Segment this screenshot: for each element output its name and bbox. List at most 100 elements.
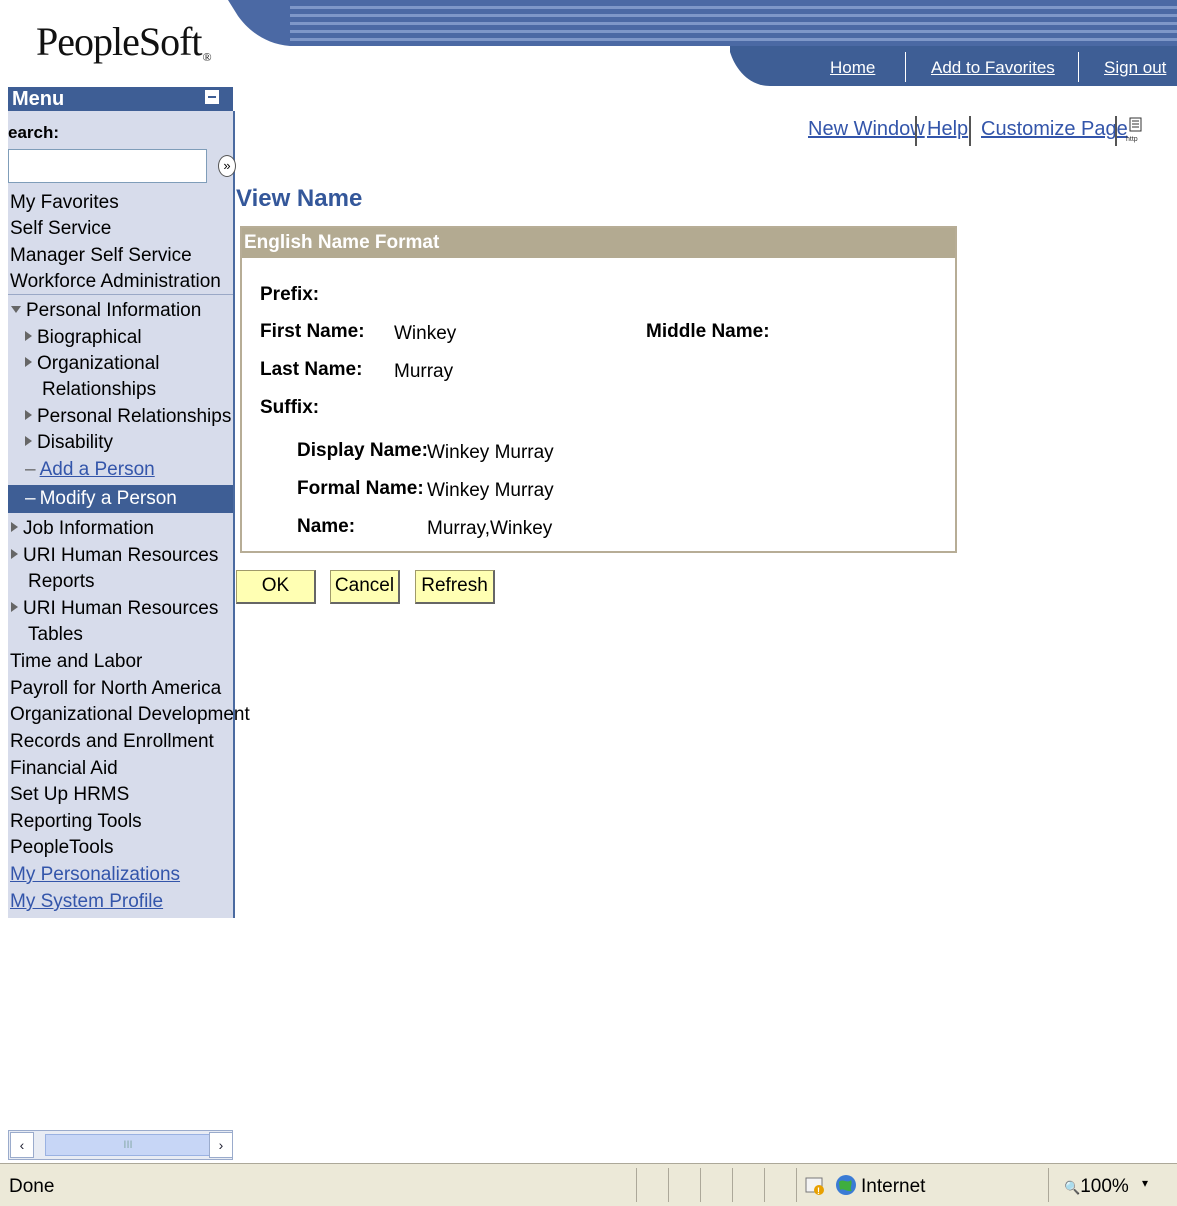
menu-item-label-continuation[interactable]: Relationships: [42, 379, 156, 401]
menu-item-my-favorites[interactable]: My Favorites: [10, 192, 119, 214]
status-separator: [796, 1168, 797, 1202]
menu-item-add-a-person[interactable]: – Add a Person: [25, 459, 155, 481]
customize-page-link[interactable]: Customize Page: [981, 118, 1128, 141]
menu-link-my-system-profile[interactable]: My System Profile: [10, 891, 163, 913]
menu-link-my-personalizations[interactable]: My Personalizations: [10, 864, 180, 886]
formal-name-value: Winkey Murray: [427, 480, 554, 501]
menu-item-personal-information[interactable]: Personal Information: [11, 300, 201, 322]
refresh-button[interactable]: Refresh: [415, 570, 495, 604]
menu-item-personal-relationships[interactable]: Personal Relationships: [25, 406, 231, 428]
first-name-value: Winkey: [394, 323, 457, 344]
menu-item-modify-a-person[interactable]: – Modify a Person: [25, 488, 177, 510]
menu-item-label: Personal Information: [26, 300, 202, 321]
header-separator: [1078, 52, 1079, 82]
expanded-arrow-icon: [11, 306, 21, 313]
menu-item-label: Add a Person: [39, 459, 155, 480]
menu-item-label-continuation[interactable]: Tables: [28, 624, 83, 646]
menu-item-disability[interactable]: Disability: [25, 432, 113, 454]
http-page-icon[interactable]: http: [1126, 117, 1144, 143]
horizontal-scrollbar[interactable]: ‹ III ›: [8, 1130, 233, 1160]
status-separator: [764, 1168, 765, 1202]
menu-header: Menu: [8, 87, 233, 111]
collapsed-arrow-icon: [11, 522, 18, 532]
collapse-menu-icon[interactable]: [205, 90, 219, 104]
new-window-link[interactable]: New Window: [808, 118, 925, 141]
menu-item-records-and-enrollment[interactable]: Records and Enrollment: [10, 731, 214, 753]
suffix-label: Suffix:: [260, 397, 320, 418]
svg-text:!: !: [817, 1186, 820, 1196]
security-warning-icon[interactable]: !: [805, 1176, 825, 1196]
menu-item-financial-aid[interactable]: Financial Aid: [10, 758, 118, 780]
middle-name-label: Middle Name:: [646, 321, 770, 342]
collapsed-arrow-icon: [11, 602, 18, 612]
scroll-right-icon[interactable]: ›: [209, 1132, 233, 1158]
sign-out-link[interactable]: Sign out: [1104, 58, 1166, 78]
formal-name-label: Formal Name:: [297, 478, 424, 499]
ok-button[interactable]: OK: [236, 570, 316, 604]
zoom-dropdown-icon[interactable]: ▾: [1142, 1176, 1148, 1190]
menu-item-manager-self-service[interactable]: Manager Self Service: [10, 245, 192, 267]
menu-item-label: Organizational: [37, 353, 160, 374]
status-separator: [636, 1168, 637, 1202]
last-name-label: Last Name:: [260, 359, 363, 380]
header-separator: [905, 52, 906, 82]
menu-item-label: URI Human Resources: [23, 545, 219, 566]
menu-search-input[interactable]: [8, 149, 207, 183]
menu-item-label: Biographical: [37, 327, 142, 348]
menu-item-label: URI Human Resources: [23, 598, 219, 619]
menu-item-time-and-labor[interactable]: Time and Labor: [10, 651, 142, 673]
menu-item-payroll[interactable]: Payroll for North America: [10, 678, 221, 700]
menu-item-self-service[interactable]: Self Service: [10, 218, 111, 240]
zoom-magnifier-icon: 🔍: [1064, 1180, 1081, 1195]
name-value: Murray,Winkey: [427, 518, 553, 539]
page-title: View Name: [236, 185, 363, 212]
menu-panel: earch: » My Favorites Self Service Manag…: [8, 111, 250, 918]
collapsed-arrow-icon: [25, 331, 32, 341]
scrollbar-thumb[interactable]: III: [45, 1134, 211, 1156]
group-header: English Name Format: [242, 228, 955, 258]
link-separator: [969, 116, 971, 146]
link-separator: [915, 116, 917, 146]
menu-item-organizational-relationships[interactable]: Organizational: [25, 353, 160, 375]
dash-icon: –: [25, 459, 36, 480]
menu-item-job-information[interactable]: Job Information: [11, 518, 154, 540]
zoom-value: 100%: [1080, 1176, 1129, 1197]
browser-status-bar: Done ! Internet 🔍100% ▾: [0, 1163, 1177, 1206]
collapsed-arrow-icon: [25, 357, 32, 367]
menu-item-peopletools[interactable]: PeopleTools: [10, 837, 114, 859]
security-zone-text: Internet: [861, 1176, 926, 1197]
menu-item-label: Job Information: [23, 518, 154, 539]
link-separator: [1115, 116, 1117, 146]
menu-item-label: Personal Relationships: [37, 406, 232, 427]
menu-item-uri-hr-tables[interactable]: URI Human Resources: [11, 598, 218, 620]
internet-zone-globe-icon: [836, 1175, 856, 1195]
menu-item-uri-hr-reports[interactable]: URI Human Resources: [11, 545, 218, 567]
menu-item-biographical[interactable]: Biographical: [25, 327, 142, 349]
english-name-format-group: English Name Format Prefix: First Name: …: [240, 226, 957, 553]
menu-item-set-up-hrms[interactable]: Set Up HRMS: [10, 784, 129, 806]
scroll-left-icon[interactable]: ‹: [10, 1132, 34, 1158]
menu-item-reporting-tools[interactable]: Reporting Tools: [10, 811, 142, 833]
add-to-favorites-link[interactable]: Add to Favorites: [931, 58, 1055, 78]
menu-item-label: Disability: [37, 432, 114, 453]
zoom-level[interactable]: 🔍100%: [1064, 1176, 1129, 1198]
menu-item-organizational-development[interactable]: Organizational Development: [10, 704, 250, 726]
help-link[interactable]: Help: [927, 118, 968, 141]
home-link[interactable]: Home: [830, 58, 875, 78]
menu-item-workforce-administration[interactable]: Workforce Administration: [10, 271, 221, 293]
dash-icon: –: [25, 488, 36, 509]
logo-text: PeopleSoft: [36, 19, 203, 64]
status-text: Done: [9, 1176, 55, 1197]
name-label: Name:: [297, 516, 356, 537]
collapsed-arrow-icon: [11, 549, 18, 559]
search-go-icon[interactable]: »: [218, 155, 236, 177]
status-separator: [700, 1168, 701, 1202]
menu-title: Menu: [12, 88, 65, 110]
peoplesoft-logo: PeopleSoft®: [36, 18, 212, 65]
first-name-label: First Name:: [260, 321, 365, 342]
collapsed-arrow-icon: [25, 410, 32, 420]
menu-item-label: Modify a Person: [39, 488, 177, 509]
menu-item-label-continuation[interactable]: Reports: [28, 571, 95, 593]
cancel-button[interactable]: Cancel: [330, 570, 400, 604]
logo-mark: ®: [202, 50, 212, 64]
